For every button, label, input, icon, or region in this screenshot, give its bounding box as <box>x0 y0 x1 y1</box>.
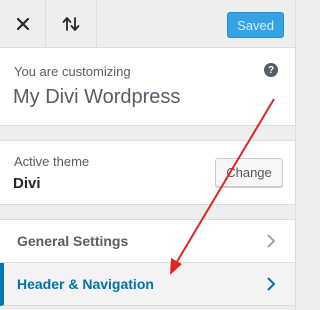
section-label: General Settings <box>17 233 129 249</box>
customizer-header: Saved <box>0 0 295 48</box>
customizing-info: You are customizing My Divi Wordpress ? <box>0 48 295 126</box>
chevron-right-icon <box>267 234 276 248</box>
active-theme-label: Active theme <box>14 154 90 169</box>
customizing-label: You are customizing <box>14 64 131 79</box>
section-header-navigation[interactable]: Header & Navigation <box>0 263 295 306</box>
section-divider <box>0 126 295 141</box>
panel-bottom <box>0 306 296 310</box>
active-theme-name: Divi <box>13 175 41 192</box>
panel-border <box>295 0 296 310</box>
change-theme-button[interactable]: Change <box>215 158 283 187</box>
active-theme-panel: Active theme Divi Change <box>0 141 295 205</box>
close-icon <box>16 17 29 30</box>
sort-arrows-icon <box>62 16 80 31</box>
section-divider <box>0 205 295 220</box>
chevron-right-icon <box>267 277 276 291</box>
help-icon[interactable]: ? <box>264 63 278 77</box>
section-label: Header & Navigation <box>17 276 154 292</box>
close-button[interactable] <box>0 0 46 47</box>
saved-button[interactable]: Saved <box>227 12 284 38</box>
section-general-settings[interactable]: General Settings <box>0 220 295 263</box>
site-title: My Divi Wordpress <box>13 86 181 108</box>
reorder-button[interactable] <box>46 0 97 47</box>
